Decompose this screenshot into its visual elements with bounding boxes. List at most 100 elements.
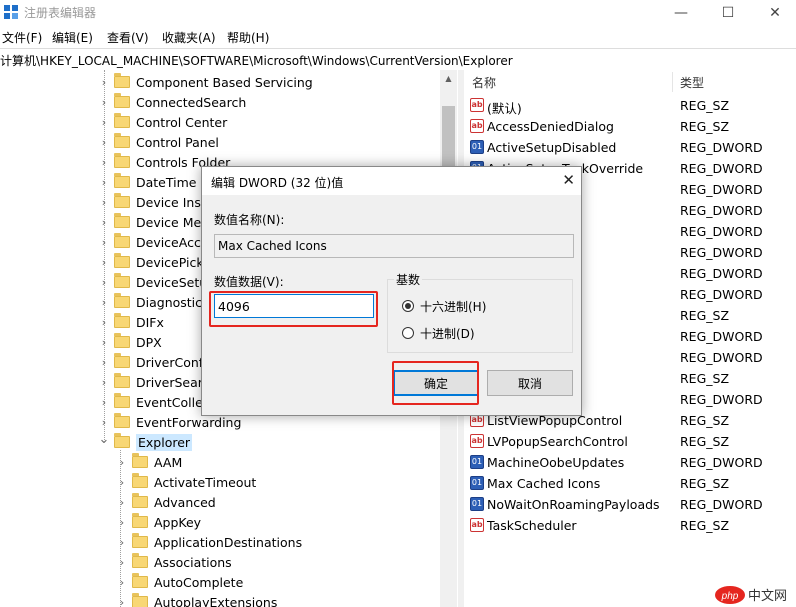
value-row[interactable]: 01 ActiveSetupDisabled REG_DWORD	[468, 137, 796, 158]
tree-item[interactable]: › Device Insta	[96, 192, 213, 212]
chevron-right-icon[interactable]: ›	[96, 332, 112, 352]
tree-item[interactable]: › DIFx	[96, 312, 164, 332]
tree-item[interactable]: › Diagnostics	[96, 292, 209, 312]
folder-icon	[114, 133, 130, 148]
chevron-right-icon[interactable]: ›	[96, 152, 112, 172]
column-header-type[interactable]: 类型	[680, 70, 704, 94]
tree-item-label: Diagnostics	[136, 294, 209, 310]
cancel-button[interactable]: 取消	[487, 370, 573, 396]
tree-item[interactable]: › ActivateTimeout	[114, 472, 256, 492]
chevron-right-icon[interactable]: ›	[114, 512, 130, 532]
value-type: REG_DWORD	[680, 455, 763, 470]
tree-item-label: ApplicationDestinations	[154, 534, 303, 550]
address-bar[interactable]: 计算机\HKEY_LOCAL_MACHINE\SOFTWARE\Microsof…	[0, 48, 796, 71]
chevron-right-icon[interactable]: ›	[114, 532, 130, 552]
menu-favorites[interactable]: 收藏夹(A)	[162, 29, 216, 46]
chevron-right-icon[interactable]: ›	[96, 92, 112, 112]
close-button[interactable]: ✕	[752, 0, 796, 26]
chevron-right-icon[interactable]: ›	[96, 372, 112, 392]
tree-item[interactable]: › DriverSearch	[96, 372, 217, 392]
value-name: Max Cached Icons	[487, 476, 601, 491]
tree-item[interactable]: › ApplicationDestinations	[114, 532, 302, 552]
dec-radio-label[interactable]: 十进制(D)	[420, 325, 475, 342]
tree-item[interactable]: › Associations	[114, 552, 232, 572]
value-type: REG_SZ	[680, 413, 730, 428]
tree-item[interactable]: › AAM	[114, 452, 182, 472]
tree-item[interactable]: › ConnectedSearch	[96, 92, 246, 112]
value-name: ActiveSetupDisabled	[487, 140, 617, 155]
menu-edit[interactable]: 编辑(E)	[52, 29, 93, 46]
chevron-right-icon[interactable]: ›	[96, 272, 112, 292]
folder-icon	[114, 373, 130, 388]
value-row[interactable]: 01 NoWaitOnRoamingPayloads REG_DWORD	[468, 494, 796, 515]
highlight-data-box	[209, 291, 378, 327]
tree-item[interactable]: › Control Panel	[96, 132, 219, 152]
chevron-right-icon[interactable]: ›	[96, 192, 112, 212]
tree-item[interactable]: › Component Based Servicing	[96, 72, 313, 92]
tree-item[interactable]: › DevicePicke	[96, 252, 211, 272]
tree-item-label: DateTime	[136, 174, 197, 190]
reg-sz-icon: ab	[470, 98, 484, 112]
maximize-button[interactable]: ☐	[705, 0, 751, 26]
chevron-right-icon[interactable]: ›	[96, 112, 112, 132]
value-type: REG_DWORD	[680, 287, 763, 302]
tree-item[interactable]: › Device Meta	[96, 212, 214, 232]
value-row[interactable]: ab AccessDeniedDialog REG_SZ	[468, 116, 796, 137]
tree-item[interactable]: › DateTime	[96, 172, 196, 192]
menu-file[interactable]: 文件(F)	[2, 29, 42, 46]
chevron-right-icon[interactable]: ›	[114, 592, 130, 607]
chevron-right-icon[interactable]: ›	[96, 172, 112, 192]
dec-radio[interactable]	[402, 327, 414, 339]
chevron-right-icon[interactable]: ›	[96, 132, 112, 152]
chevron-right-icon[interactable]: ›	[96, 252, 112, 272]
chevron-right-icon[interactable]: ›	[96, 212, 112, 232]
minimize-button[interactable]: —	[658, 0, 704, 26]
tree-item[interactable]: › DeviceSetup	[96, 272, 215, 292]
tree-item[interactable]: › DPX	[96, 332, 162, 352]
value-row[interactable]: 01 MachineOobeUpdates REG_DWORD	[468, 452, 796, 473]
value-row[interactable]: ab TaskScheduler REG_SZ	[468, 515, 796, 536]
value-type: REG_DWORD	[680, 350, 763, 365]
menu-view[interactable]: 查看(V)	[107, 29, 149, 46]
value-row[interactable]: ab LVPopupSearchControl REG_SZ	[468, 431, 796, 452]
address-path[interactable]: 计算机\HKEY_LOCAL_MACHINE\SOFTWARE\Microsof…	[0, 52, 513, 69]
tree-item[interactable]: ⌄ Explorer	[96, 429, 193, 452]
tree-item-label: DevicePicke	[136, 254, 211, 270]
chevron-right-icon[interactable]: ›	[96, 292, 112, 312]
hex-radio[interactable]	[402, 300, 414, 312]
chevron-right-icon[interactable]: ›	[114, 572, 130, 592]
chevron-right-icon[interactable]: ›	[96, 312, 112, 332]
folder-icon	[114, 433, 130, 448]
tree-item[interactable]: › DeviceAcces	[96, 232, 215, 252]
tree-item[interactable]: › DriverConfig	[96, 352, 215, 372]
chevron-right-icon[interactable]: ›	[96, 392, 112, 412]
value-row[interactable]: 01 Max Cached Icons REG_SZ	[468, 473, 796, 494]
scroll-up-icon[interactable]: ▲	[440, 70, 457, 87]
svg-text:php: php	[721, 591, 739, 602]
chevron-right-icon[interactable]: ›	[96, 352, 112, 372]
dialog-close-icon[interactable]: ✕	[562, 171, 575, 189]
chevron-right-icon[interactable]: ›	[114, 472, 130, 492]
tree-item[interactable]: › AutoComplete	[114, 572, 243, 592]
chevron-right-icon[interactable]: ›	[114, 552, 130, 572]
chevron-right-icon[interactable]: ›	[114, 492, 130, 512]
value-type: REG_DWORD	[680, 203, 763, 218]
column-divider[interactable]	[672, 72, 673, 92]
chevron-right-icon[interactable]: ›	[96, 232, 112, 252]
tree-item[interactable]: › Advanced	[114, 492, 216, 512]
folder-icon	[132, 453, 148, 468]
column-header-name[interactable]: 名称	[472, 70, 496, 94]
tree-item[interactable]: › AutoplayExtensions	[114, 592, 277, 607]
tree-item[interactable]: › EventCollect	[96, 392, 215, 412]
svg-text:中文网: 中文网	[748, 589, 787, 604]
chevron-right-icon[interactable]: ›	[96, 72, 112, 92]
chevron-down-icon[interactable]: ⌄	[96, 429, 112, 449]
tree-item[interactable]: › Control Center	[96, 112, 227, 132]
folder-icon	[132, 513, 148, 528]
tree-item[interactable]: › AppKey	[114, 512, 201, 532]
chevron-right-icon[interactable]: ›	[114, 452, 130, 472]
hex-radio-label[interactable]: 十六进制(H)	[420, 298, 486, 315]
value-type: REG_SZ	[680, 119, 730, 134]
value-row[interactable]: ab (默认) REG_SZ	[468, 95, 796, 116]
menu-help[interactable]: 帮助(H)	[227, 29, 269, 46]
